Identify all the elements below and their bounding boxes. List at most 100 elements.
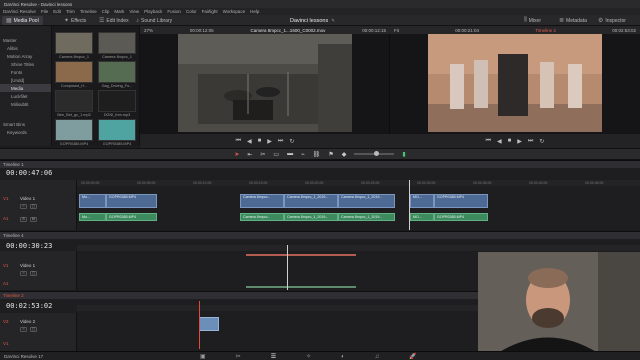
media-clip-thumbnail[interactable] [55, 90, 93, 112]
media-clip-thumbnail[interactable] [98, 32, 136, 54]
media-clip-thumbnail[interactable] [98, 119, 136, 141]
sound-library-button[interactable]: ♪ Sound Library [132, 16, 176, 25]
auto-select-button[interactable]: ▢ [30, 327, 37, 332]
media-pool-button[interactable]: ▦ Media Pool [2, 16, 43, 25]
timeline-1-playhead[interactable] [409, 180, 410, 230]
video-clip[interactable]: GOPR0385.MP4 [106, 194, 157, 208]
fusion-page-icon[interactable]: ✧ [306, 353, 311, 360]
play-reverse-icon[interactable]: ◀ [497, 138, 502, 145]
overwrite-clip-icon[interactable]: ▬ [287, 151, 293, 157]
lock-track-button[interactable]: ⌂ [20, 204, 27, 209]
audio-clip[interactable]: GOPR0385.MP4 [106, 213, 157, 221]
menu-item-11[interactable]: Fairlight [202, 9, 218, 14]
loop-icon[interactable]: ↻ [289, 138, 294, 145]
bin-item[interactable]: Alibis [0, 44, 51, 52]
track-a1-label[interactable]: A1 [3, 281, 9, 286]
bin-item[interactable]: Fonts [0, 68, 51, 76]
audio-level-icon[interactable]: ▮ [402, 151, 405, 158]
media-clip-thumbnail[interactable] [55, 32, 93, 54]
metadata-button[interactable]: ≣ Metadata [555, 16, 591, 25]
inspector-button[interactable]: ⚙ Inspector [594, 16, 630, 25]
play-icon[interactable]: ▶ [267, 138, 272, 145]
skip-forward-icon[interactable]: ⏭ [528, 138, 533, 145]
bin-item[interactable]: [Undd] [0, 76, 51, 84]
audio-clip[interactable]: Camera 8mpcc_1_2019... [338, 213, 395, 221]
timeline-4-clip-bar[interactable] [246, 254, 356, 256]
audio-clip[interactable]: GOPR0385.MP4 [434, 213, 488, 221]
menu-item-7[interactable]: View [129, 9, 139, 14]
audio-clip[interactable]: MO... [410, 213, 434, 221]
menu-item-5[interactable]: Clip [102, 9, 110, 14]
timeline-4-audio-bar[interactable] [246, 286, 356, 288]
bin-item[interactable]: Master [0, 36, 51, 44]
trim-tool-icon[interactable]: ⇤ [247, 151, 252, 158]
play-reverse-icon[interactable]: ◀ [247, 138, 252, 145]
skip-back-icon[interactable]: ⏮ [486, 138, 491, 145]
source-zoom[interactable]: 27% [144, 28, 153, 33]
video-clip[interactable]: Camera 8mpcc_1_2019... [338, 194, 395, 208]
video-clip[interactable]: Camera 8mpcc_1_2019... [284, 194, 338, 208]
skip-forward-icon[interactable]: ⏭ [278, 138, 283, 145]
zoom-slider[interactable] [354, 151, 395, 156]
keywords-bin[interactable]: Keywords [0, 128, 51, 136]
video-clip[interactable]: Camera 8mpcc... [240, 194, 284, 208]
track-v1-label[interactable]: V1 [3, 341, 9, 346]
stop-icon[interactable]: ■ [258, 138, 262, 144]
menu-item-6[interactable]: Mark [114, 9, 124, 14]
bin-item[interactable]: Shine Titles [0, 60, 51, 68]
effects-button[interactable]: ✦ Effects [60, 16, 90, 25]
auto-select-button[interactable]: ▢ [30, 271, 37, 276]
edit-index-button[interactable]: ☰ Edit Index [95, 16, 133, 25]
lock-track-button[interactable]: ⌂ [20, 271, 27, 276]
bin-item[interactable]: Motion Array [0, 52, 51, 60]
skip-back-icon[interactable]: ⏮ [236, 138, 241, 145]
menu-item-1[interactable]: File [41, 9, 48, 14]
stop-icon[interactable]: ■ [508, 138, 512, 144]
timeline-2-clip[interactable] [199, 317, 219, 331]
record-timeline-name[interactable]: Timeline 2 [535, 28, 556, 33]
source-clip-name[interactable]: Camera 8mpcc_1...1600_C0002.mov [251, 28, 326, 33]
timeline-4-ruler[interactable] [77, 245, 640, 251]
timeline-2-playhead[interactable] [199, 301, 200, 349]
fairlight-page-icon[interactable]: ♫ [375, 354, 380, 360]
menu-item-2[interactable]: Edit [53, 9, 61, 14]
edit-page-icon[interactable]: ☰ [271, 353, 276, 360]
menu-item-12[interactable]: Workspace [223, 9, 245, 14]
linked-selection-icon[interactable]: ⛓ [313, 151, 321, 158]
marker-icon[interactable]: ◆ [342, 151, 347, 158]
media-clip-thumbnail[interactable] [55, 119, 93, 141]
audio-clip[interactable]: Camera 8mpcc_1_2019... [284, 213, 338, 221]
blade-tool-icon[interactable]: ✂ [260, 151, 265, 158]
video-clip[interactable]: GOPR0385.MP4 [434, 194, 488, 208]
lock-track-button[interactable]: ⌂ [20, 327, 27, 332]
menu-item-0[interactable]: DaVinci Resolve [3, 9, 36, 14]
snapping-icon[interactable]: ⌁ [301, 151, 305, 158]
audio-clip[interactable]: Mo... [79, 213, 106, 221]
video-clip[interactable]: MO... [410, 194, 434, 208]
bin-item[interactable]: Media [0, 84, 51, 92]
zoom-slider-knob[interactable] [374, 151, 380, 156]
timeline-1-ruler[interactable]: 00:00:00:00 00:00:05:00 00:00:10:00 00:00:1… [77, 180, 640, 186]
play-icon[interactable]: ▶ [517, 138, 522, 145]
menu-item-13[interactable]: Help [250, 9, 259, 14]
track-a1-label[interactable]: A1 [3, 216, 9, 221]
timeline-1-header[interactable]: Timeline 1 [0, 160, 640, 168]
media-page-icon[interactable]: ▣ [200, 353, 206, 360]
timeline-4-playhead[interactable] [287, 245, 288, 290]
flag-icon[interactable]: ⚑ [328, 151, 333, 158]
timeline-4-header[interactable]: Timeline 4 [0, 231, 640, 239]
deliver-page-icon[interactable]: 🚀 [409, 353, 416, 360]
color-page-icon[interactable]: ◐ [341, 354, 345, 360]
audio-clip[interactable]: Camera 8mpcc... [240, 213, 284, 221]
menu-item-10[interactable]: Color [186, 9, 197, 14]
track-v1-label[interactable]: V1 [3, 196, 9, 201]
loop-icon[interactable]: ↻ [539, 138, 544, 145]
bin-item[interactable]: Milisubtit [0, 100, 51, 108]
solo-button[interactable]: S [20, 217, 27, 222]
media-clip-thumbnail[interactable] [55, 61, 93, 83]
menu-item-9[interactable]: Fusion [167, 9, 181, 14]
media-clip-thumbnail[interactable] [98, 61, 136, 83]
media-clip-thumbnail[interactable] [98, 90, 136, 112]
record-zoom[interactable]: Fit [394, 28, 399, 33]
menu-item-8[interactable]: Playback [144, 9, 162, 14]
